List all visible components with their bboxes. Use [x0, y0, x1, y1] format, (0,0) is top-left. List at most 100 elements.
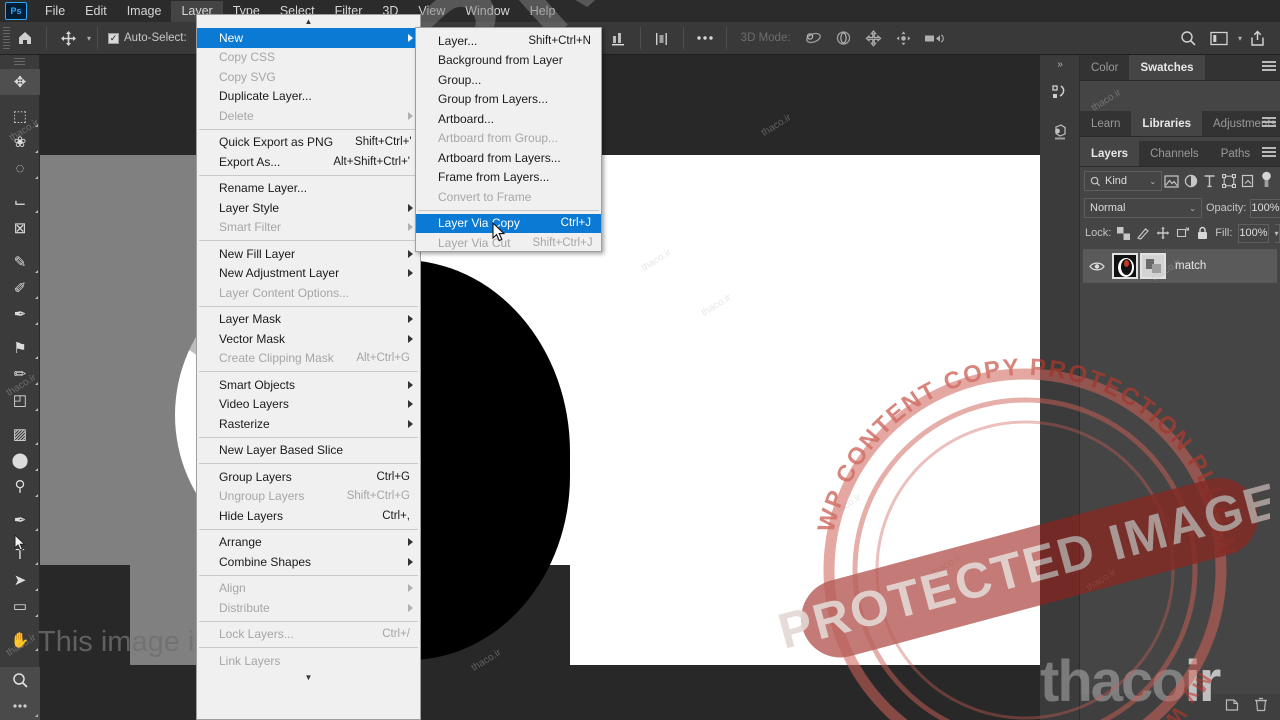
menu-item-quick-export-as-png[interactable]: Quick Export as PNG Shift+Ctrl+' — [197, 133, 420, 153]
tool-preset-chevron-down-icon[interactable]: ▾ — [87, 34, 91, 43]
menu-item-background-from-layer[interactable]: Background from Layer — [416, 51, 601, 71]
tab-color[interactable]: Color — [1080, 55, 1129, 80]
menu-item-hide-layers[interactable]: Hide Layers Ctrl+, — [197, 506, 420, 526]
menu-item-rasterize[interactable]: Rasterize — [197, 414, 420, 434]
clone-stamp-tool-icon[interactable]: ⚑ — [0, 335, 40, 361]
edit-toolbar-icon[interactable] — [0, 693, 40, 719]
eyedropper-tool-icon[interactable]: ✎ — [0, 249, 40, 275]
layer-kind-filter[interactable]: Kind ⌄ — [1084, 171, 1163, 191]
menu-item-new-layer-based-slice[interactable]: New Layer Based Slice — [197, 441, 420, 461]
move-tool-icon[interactable] — [53, 23, 83, 53]
pen-tool-icon[interactable]: ✒ — [0, 507, 40, 533]
menu-image[interactable]: Image — [117, 1, 172, 22]
menu-item-group-from-layers[interactable]: Group from Layers... — [416, 90, 601, 110]
menu-item-new-adjustment-layer[interactable]: New Adjustment Layer — [197, 264, 420, 284]
menu-item-layer-mask[interactable]: Layer Mask — [197, 310, 420, 330]
gradient-tool-icon[interactable]: ▨ — [0, 421, 40, 447]
roll-3d-icon[interactable] — [829, 23, 859, 53]
lock-transparent-pixels-icon[interactable] — [1117, 224, 1131, 242]
menu-item-artboard-from-layers[interactable]: Artboard from Layers... — [416, 148, 601, 168]
zoom-tool-icon[interactable] — [0, 667, 40, 693]
menu-item-smart-objects[interactable]: Smart Objects — [197, 375, 420, 395]
eye-icon[interactable] — [1087, 261, 1107, 272]
pan-3d-icon[interactable] — [859, 23, 889, 53]
home-icon[interactable] — [10, 23, 40, 53]
layer-menu[interactable]: ▲ New Copy CSS Copy SVG Duplicate Layer... D… — [196, 14, 421, 720]
collapse-panels-icon[interactable]: » — [1040, 55, 1080, 73]
tab-swatches[interactable]: Swatches — [1129, 55, 1205, 80]
lock-image-pixels-icon[interactable] — [1136, 224, 1150, 242]
menu-item-export-as[interactable]: Export As... Alt+Shift+Ctrl+' — [197, 152, 420, 172]
align-bottom-icon[interactable] — [604, 23, 634, 53]
menu-item-layer-via-copy[interactable]: Layer Via Copy Ctrl+J — [416, 213, 601, 233]
lock-all-icon[interactable] — [1196, 224, 1209, 242]
menu-item-frame-from-layers[interactable]: Frame from Layers... — [416, 168, 601, 188]
new-submenu[interactable]: Layer... Shift+Ctrl+N Background from Laye… — [415, 27, 602, 252]
tab-paths[interactable]: Paths — [1210, 141, 1261, 166]
menu-item-artboard[interactable]: Artboard... — [416, 109, 601, 129]
path-selection-tool-icon[interactable]: ➤ — [0, 567, 40, 593]
move-tool-icon[interactable]: ✥ — [0, 69, 40, 95]
lock-position-icon[interactable] — [1156, 224, 1170, 242]
tab-layers[interactable]: Layers — [1080, 141, 1140, 166]
fill-value[interactable]: 100% — [1238, 223, 1269, 243]
shape-filter-icon[interactable] — [1219, 170, 1238, 192]
menu-file[interactable]: File — [35, 1, 75, 22]
dodge-tool-icon[interactable]: ⚲ — [0, 473, 40, 499]
horizontal-type-tool-icon[interactable]: T — [0, 541, 40, 567]
fill-chevron-down-icon[interactable]: ▾ — [1274, 223, 1280, 243]
options-bar-grip[interactable] — [3, 27, 10, 49]
chevron-down-icon-blend[interactable]: ⌄ — [1189, 204, 1196, 213]
adjustment-filter-icon[interactable] — [1181, 170, 1200, 192]
menu-item-combine-shapes[interactable]: Combine Shapes — [197, 552, 420, 572]
blur-tool-icon[interactable]: ⬤ — [0, 447, 40, 473]
search-icon[interactable] — [1174, 23, 1204, 53]
blend-mode-select[interactable]: Normal ⌄ — [1084, 198, 1202, 218]
panel-menu-icon-3[interactable] — [1262, 147, 1276, 159]
new-layer-icon[interactable] — [1225, 697, 1240, 717]
more-options-icon[interactable] — [690, 23, 720, 53]
panel-menu-icon-2[interactable] — [1262, 117, 1276, 129]
delete-layer-icon[interactable] — [1254, 697, 1268, 717]
menu-item-group-layers[interactable]: Group Layers Ctrl+G — [197, 467, 420, 487]
scale-3d-icon[interactable] — [919, 23, 949, 53]
tab-channels[interactable]: Channels — [1139, 141, 1210, 166]
chevron-down-icon[interactable]: ⌄ — [1149, 177, 1156, 186]
toolbar-grip[interactable] — [14, 58, 25, 65]
orbit-3d-icon[interactable] — [799, 23, 829, 53]
menu-item-rename-layer[interactable]: Rename Layer... — [197, 179, 420, 199]
auto-select-checkbox[interactable]: ✓ Auto-Select: — [108, 32, 187, 44]
smart-object-filter-icon[interactable] — [1238, 170, 1257, 192]
distribute-icon[interactable] — [647, 23, 677, 53]
type-filter-icon[interactable] — [1200, 170, 1219, 192]
menu-item-new-fill-layer[interactable]: New Fill Layer — [197, 244, 420, 264]
menu-scroll-up-arrow[interactable]: ▲ — [197, 15, 420, 28]
healing-brush-tool-icon[interactable]: ✐ — [0, 275, 40, 301]
share-icon[interactable] — [1242, 23, 1272, 53]
slide-3d-icon[interactable] — [889, 23, 919, 53]
menu-help[interactable]: Help — [520, 1, 566, 22]
layer-thumbnail[interactable] — [1112, 253, 1138, 279]
filter-toggle-icon[interactable] — [1257, 170, 1276, 192]
menu-item-layer-style[interactable]: Layer Style — [197, 198, 420, 218]
object-selection-tool-icon[interactable]: ◌ — [0, 155, 40, 181]
3d-icon[interactable] — [1040, 113, 1080, 153]
panel-menu-icon[interactable] — [1262, 61, 1276, 73]
menu-scroll-down-arrow[interactable]: ▼ — [197, 671, 420, 684]
menu-item-new[interactable]: New — [197, 28, 420, 48]
lock-artboard-nesting-icon[interactable] — [1176, 224, 1190, 242]
menu-item-layer[interactable]: Layer... Shift+Ctrl+N — [416, 31, 601, 51]
menu-item-video-layers[interactable]: Video Layers — [197, 395, 420, 415]
menu-item-vector-mask[interactable]: Vector Mask — [197, 329, 420, 349]
workspace-icon[interactable] — [1204, 23, 1234, 53]
tab-libraries[interactable]: Libraries — [1131, 111, 1202, 136]
frame-tool-icon[interactable]: ⊠ — [0, 215, 40, 241]
rectangle-tool-icon[interactable]: ▭ — [0, 593, 40, 619]
opacity-value[interactable]: 100% — [1250, 198, 1280, 218]
menu-item-group[interactable]: Group... — [416, 70, 601, 90]
menu-item-duplicate-layer[interactable]: Duplicate Layer... — [197, 87, 420, 107]
crop-tool-icon[interactable]: ⌙ — [0, 189, 40, 215]
pixel-filter-icon[interactable] — [1162, 170, 1181, 192]
menu-item-arrange[interactable]: Arrange — [197, 533, 420, 553]
library-icon[interactable] — [1040, 73, 1080, 113]
